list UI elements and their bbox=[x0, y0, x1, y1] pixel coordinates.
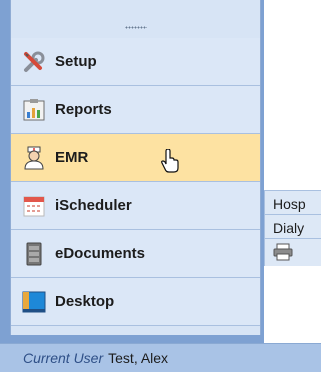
menu-item-setup[interactable]: Setup bbox=[11, 38, 260, 86]
submenu-item-dialy[interactable]: Dialy bbox=[264, 214, 321, 238]
grip-dots bbox=[125, 26, 147, 29]
menu-item-label: EMR bbox=[55, 149, 89, 166]
menu-item-label: iScheduler bbox=[55, 197, 132, 214]
calendar-icon bbox=[22, 194, 46, 218]
menu-item-label: Reports bbox=[55, 101, 112, 118]
menu-item-label: Desktop bbox=[55, 293, 115, 310]
nav-menu: Setup Reports EMR iScheduler eDocuments … bbox=[10, 0, 261, 335]
status-bar: Current User Test, Alex bbox=[0, 343, 321, 372]
submenu-item-print[interactable] bbox=[264, 238, 321, 266]
printer-icon bbox=[273, 243, 293, 264]
hand-cursor-icon bbox=[160, 148, 180, 173]
current-user-name: Test, Alex bbox=[108, 350, 169, 366]
menu-item-reports[interactable]: Reports bbox=[11, 86, 260, 134]
doctor-icon bbox=[22, 146, 46, 170]
menu-item-label: Setup bbox=[55, 53, 97, 70]
emr-submenu: Hosp Dialy bbox=[264, 190, 321, 290]
current-user-label: Current User bbox=[23, 350, 104, 366]
tools-icon bbox=[22, 50, 46, 74]
resize-grip[interactable] bbox=[11, 0, 260, 39]
menu-item-label: eDocuments bbox=[55, 245, 146, 262]
submenu-item-hosp[interactable]: Hosp bbox=[264, 190, 321, 214]
nav-panel: Setup Reports EMR iScheduler eDocuments … bbox=[0, 0, 264, 343]
cabinet-icon bbox=[22, 242, 46, 266]
desktop-icon bbox=[22, 290, 46, 314]
reports-icon bbox=[22, 98, 46, 122]
menu-item-desktop[interactable]: Desktop bbox=[11, 278, 260, 326]
menu-item-edocuments[interactable]: eDocuments bbox=[11, 230, 260, 278]
menu-item-emr[interactable]: EMR bbox=[11, 134, 260, 182]
menu-item-ischeduler[interactable]: iScheduler bbox=[11, 182, 260, 230]
